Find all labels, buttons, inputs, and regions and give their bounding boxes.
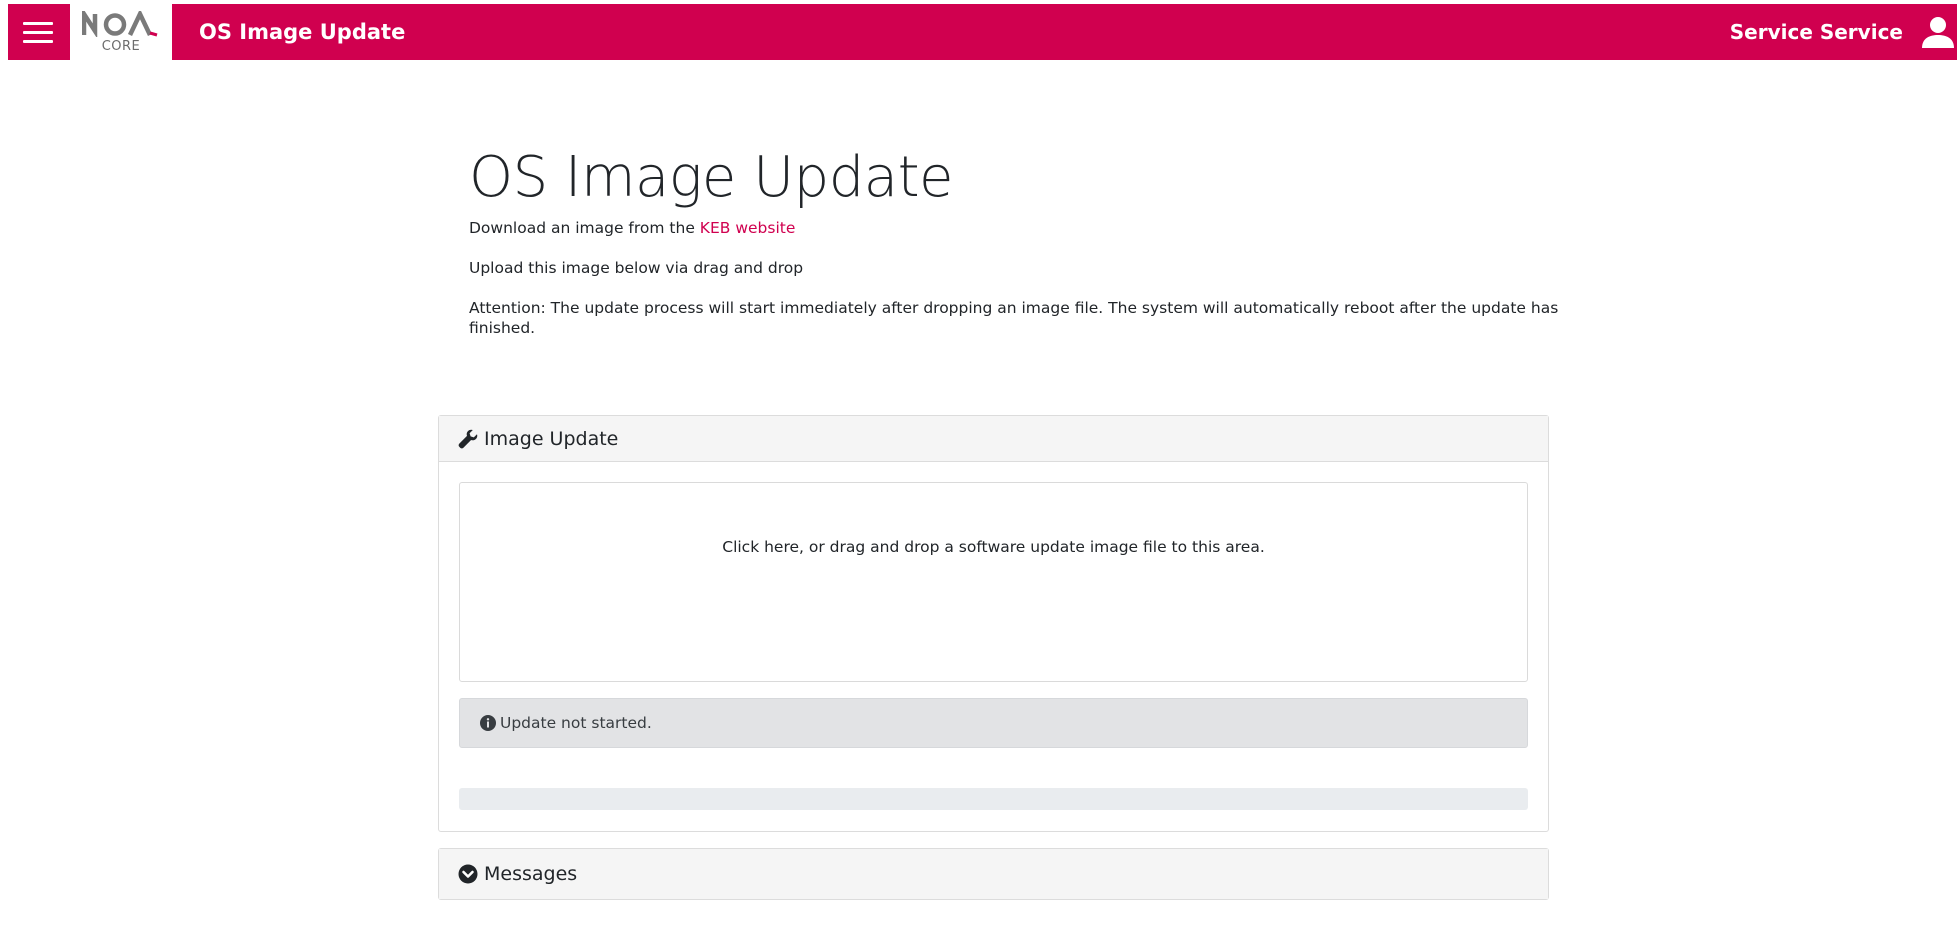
wrench-icon	[458, 429, 478, 448]
keb-website-link[interactable]: KEB website	[700, 219, 796, 237]
status-text: Update not started.	[500, 714, 652, 732]
image-update-header: Image Update	[439, 416, 1548, 462]
person-icon[interactable]	[1921, 16, 1955, 48]
chevron-circle-down-icon	[458, 864, 478, 884]
download-instruction: Download an image from the KEB website	[469, 218, 1569, 238]
upload-instruction: Upload this image below via drag and dro…	[469, 259, 804, 277]
download-prefix: Download an image from the	[469, 219, 700, 237]
messages-card[interactable]: Messages	[438, 848, 1549, 900]
messages-header[interactable]: Messages	[439, 849, 1548, 899]
logo-sub-text: CORE	[101, 38, 141, 54]
logo[interactable]: CORE	[70, 4, 172, 60]
image-update-title: Image Update	[484, 427, 619, 450]
image-update-card: Image Update Click here, or drag and dro…	[438, 415, 1549, 832]
app-title: OS Image Update	[199, 20, 406, 44]
noa-logo-mark	[82, 10, 158, 37]
page: CORE OS Image Update Service Service OS …	[0, 0, 1957, 925]
file-dropzone[interactable]: Click here, or drag and drop a software …	[459, 482, 1528, 682]
top-navbar: CORE OS Image Update Service Service	[8, 4, 1957, 60]
info-circle-icon	[480, 715, 496, 731]
user-name[interactable]: Service Service	[1730, 4, 1903, 60]
status-alert: Update not started.	[459, 698, 1528, 748]
progress-bar	[459, 788, 1528, 810]
attention-text: Attention: The update process will start…	[469, 299, 1559, 337]
intro-section: OS Image Update Download an image from t…	[469, 138, 1569, 358]
hamburger-icon[interactable]	[8, 4, 68, 60]
messages-title: Messages	[484, 863, 578, 885]
page-title: OS Image Update	[469, 145, 953, 210]
dropzone-text: Click here, or drag and drop a software …	[722, 538, 1265, 556]
